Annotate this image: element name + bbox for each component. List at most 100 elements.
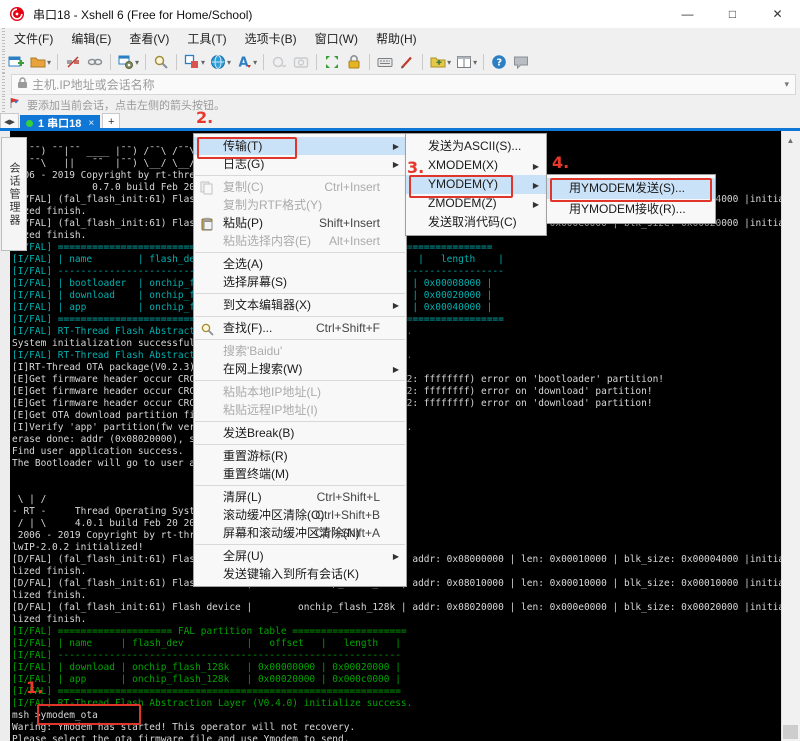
layout-icon-dropdown[interactable]: ▾ bbox=[201, 58, 205, 67]
toolbar-grip bbox=[2, 73, 5, 96]
context-menu-item-4: 复制为RTF格式(Y) bbox=[194, 196, 406, 214]
menu-item-label: 搜索'Baidu' bbox=[223, 344, 282, 358]
web-icon-dropdown[interactable]: ▾ bbox=[227, 58, 231, 67]
menubar-item-4[interactable]: 选项卡(B) bbox=[236, 28, 306, 51]
xshell-logo-icon bbox=[9, 6, 25, 22]
context-menu-separator bbox=[195, 544, 405, 545]
address-dropdown-icon[interactable]: ▾ bbox=[784, 79, 789, 90]
compose-icon[interactable] bbox=[397, 53, 417, 71]
context-menu-item-31[interactable]: 发送键输入到所有会话(K) bbox=[194, 565, 406, 583]
keyboard-icon[interactable] bbox=[375, 53, 395, 71]
transfer-submenu-item-2[interactable]: YMODEM(Y)▶ bbox=[406, 175, 546, 194]
menu-item-shortcut: Alt+Insert bbox=[329, 232, 380, 250]
menu-item-label: 用YMODEM接收(R)... bbox=[569, 202, 686, 216]
scrollbar-up-icon[interactable]: ▲ bbox=[782, 133, 799, 147]
tab-close-icon[interactable]: × bbox=[88, 118, 94, 129]
flag-icon bbox=[9, 96, 21, 114]
reconnect-icon[interactable] bbox=[85, 53, 105, 71]
context-menu-item-9[interactable]: 选择屏幕(S) bbox=[194, 273, 406, 291]
context-menu-item-30[interactable]: 全屏(U)▶ bbox=[194, 547, 406, 565]
svg-text:A: A bbox=[239, 56, 249, 71]
context-menu-item-21[interactable]: 发送Break(B) bbox=[194, 424, 406, 442]
open-session-icon[interactable] bbox=[28, 53, 48, 71]
new-file-icon-dropdown[interactable]: ▾ bbox=[447, 58, 451, 67]
layout-icon[interactable] bbox=[182, 53, 202, 71]
menu-item-label: 查找(F)... bbox=[223, 321, 272, 335]
context-menu-item-23[interactable]: 重置游标(R) bbox=[194, 447, 406, 465]
context-menu-item-0[interactable]: 传输(T) ▶ bbox=[194, 137, 406, 155]
toolbar-separator bbox=[263, 54, 264, 70]
context-menu-item-13[interactable]: 查找(F)... Ctrl+Shift+F bbox=[194, 319, 406, 337]
context-menu-item-8[interactable]: 全选(A) bbox=[194, 255, 406, 273]
menubar-item-3[interactable]: 工具(T) bbox=[178, 28, 235, 51]
context-menu-separator bbox=[195, 175, 405, 176]
font-icon-dropdown[interactable]: ▾ bbox=[253, 58, 257, 67]
new-session-icon[interactable] bbox=[6, 53, 26, 71]
host-address-input[interactable]: 主机.IP地址或会话名称 ▾ bbox=[11, 74, 796, 95]
terminal-line-40: lized finish. bbox=[12, 614, 86, 626]
menu-item-label: 发送键输入到所有会话(K) bbox=[223, 567, 359, 581]
terminal-line-39: [D/FAL] (fal_flash_init:61) Flash device… bbox=[12, 602, 782, 614]
lock-icon[interactable] bbox=[344, 53, 364, 71]
minimize-button[interactable]: — bbox=[665, 0, 710, 28]
web-icon[interactable] bbox=[208, 53, 228, 71]
context-menu-item-24[interactable]: 重置终端(M) bbox=[194, 465, 406, 483]
context-menu-item-11[interactable]: 到文本编辑器(X)▶ bbox=[194, 296, 406, 314]
toolbar-separator bbox=[176, 54, 177, 70]
toolbar-separator bbox=[145, 54, 146, 70]
fullscreen-icon[interactable] bbox=[322, 53, 342, 71]
menu-item-label: 重置终端(M) bbox=[223, 467, 289, 481]
terminal-line-32: / | \ 4.0.1 build Feb 20 2019 bbox=[12, 518, 206, 530]
context-menu-item-16[interactable]: 在网上搜索(W)▶ bbox=[194, 360, 406, 378]
find-icon[interactable] bbox=[151, 53, 171, 71]
ymodem-submenu-item-0[interactable]: 用YMODEM发送(S)... bbox=[547, 178, 715, 199]
transfer-submenu-item-1[interactable]: XMODEM(X)▶ bbox=[406, 156, 546, 175]
close-button[interactable]: ✕ bbox=[755, 0, 800, 28]
menubar-item-1[interactable]: 编辑(E) bbox=[62, 28, 120, 51]
menubar-item-6[interactable]: 帮助(H) bbox=[367, 28, 426, 51]
terminal-line-43: [I/FAL] --------------------------------… bbox=[12, 650, 401, 662]
paste-icon bbox=[200, 217, 214, 230]
terminal-scrollbar[interactable]: ▲ bbox=[781, 131, 800, 741]
context-menu-item-15: 搜索'Baidu' bbox=[194, 342, 406, 360]
new-file-icon[interactable] bbox=[428, 53, 448, 71]
menu-item-label: 传输(T) bbox=[223, 139, 262, 153]
maximize-button[interactable]: □ bbox=[710, 0, 755, 28]
tile-icon[interactable] bbox=[454, 53, 474, 71]
menubar-item-2[interactable]: 查看(V) bbox=[120, 28, 178, 51]
feedback-icon[interactable] bbox=[511, 53, 531, 71]
svg-text:?: ? bbox=[497, 58, 503, 69]
address-bar-row: 主机.IP地址或会话名称 ▾ bbox=[0, 73, 800, 96]
menubar-item-0[interactable]: 文件(F) bbox=[5, 28, 62, 51]
context-menu-item-28[interactable]: 屏幕和滚动缓冲区清除(N)Ctrl+Shift+A bbox=[194, 524, 406, 542]
submenu-arrow-icon: ▶ bbox=[393, 138, 399, 156]
menu-item-shortcut: Ctrl+Shift+F bbox=[316, 319, 380, 337]
scrollbar-thumb[interactable] bbox=[783, 725, 798, 739]
disconnect-icon[interactable] bbox=[63, 53, 83, 71]
session-properties-icon[interactable] bbox=[116, 53, 136, 71]
context-menu-item-26[interactable]: 清屏(L)Ctrl+Shift+L bbox=[194, 488, 406, 506]
transfer-submenu-item-0[interactable]: 发送为ASCII(S)... bbox=[406, 137, 546, 156]
session-properties-icon-dropdown[interactable]: ▾ bbox=[135, 58, 139, 67]
transfer-submenu-item-4[interactable]: 发送取消代码(C) bbox=[406, 213, 546, 232]
xshell-window: 串口18 - Xshell 6 (Free for Home/School) —… bbox=[0, 0, 800, 741]
font-icon[interactable]: A bbox=[234, 53, 254, 71]
open-session-icon-dropdown[interactable]: ▾ bbox=[47, 58, 51, 67]
menu-bar: 文件(F)编辑(E)查看(V)工具(T)选项卡(B)窗口(W)帮助(H) bbox=[0, 28, 800, 52]
terminal-line-45: [I/FAL] | app | onchip_flash_128k | 0x00… bbox=[12, 674, 401, 686]
ymodem-submenu-item-1[interactable]: 用YMODEM接收(R)... bbox=[547, 199, 715, 220]
terminal-line-17: System initialization successfully. bbox=[12, 338, 212, 350]
context-menu-item-5[interactable]: 粘贴(P)Shift+Insert bbox=[194, 214, 406, 232]
annotation-step-3: 3. bbox=[407, 158, 424, 177]
terminal-line-26: Find user application success. bbox=[12, 446, 184, 458]
session-manager-vertical-tab[interactable]: 会话管理器 bbox=[1, 137, 27, 251]
menu-item-label: 发送Break(B) bbox=[223, 426, 294, 440]
context-menu-item-1[interactable]: 日志(G)▶ bbox=[194, 155, 406, 173]
help-icon[interactable]: ? bbox=[489, 53, 509, 71]
transfer-submenu-item-3[interactable]: ZMODEM(Z)▶ bbox=[406, 194, 546, 213]
annotation-step-2: 2. bbox=[196, 108, 213, 127]
context-menu-item-27[interactable]: 滚动缓冲区清除(O)Ctrl+Shift+B bbox=[194, 506, 406, 524]
menu-item-label: 用YMODEM发送(S)... bbox=[569, 181, 685, 195]
tile-icon-dropdown[interactable]: ▾ bbox=[473, 58, 477, 67]
menubar-item-5[interactable]: 窗口(W) bbox=[306, 28, 367, 51]
